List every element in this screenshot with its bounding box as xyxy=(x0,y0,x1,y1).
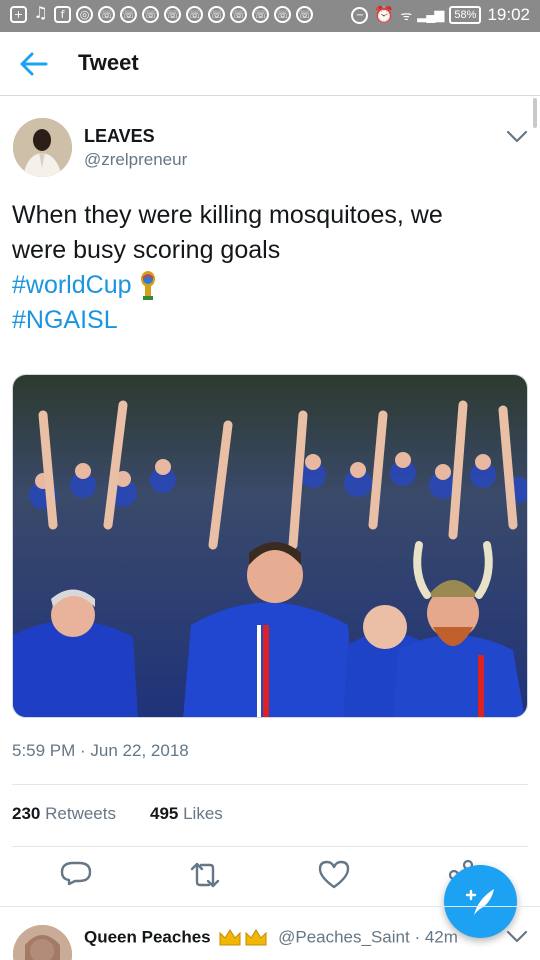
whatsapp-icon: ☏ xyxy=(208,6,225,23)
facebook-icon: f xyxy=(54,6,71,23)
tweet-text: When they were killing mosquitoes, we we… xyxy=(12,198,512,338)
retweets-count: 230 xyxy=(12,804,41,823)
divider xyxy=(12,784,528,785)
tweet-text-line: were busy scoring goals xyxy=(12,236,281,264)
tweet-photo[interactable] xyxy=(12,374,528,718)
status-bar: + ♫ f ◎ ☏ ☏ ☏ ☏ ☏ ☏ ☏ ☏ ☏ ☏ − ⏰ ᯤ ▂▄▆ 58… xyxy=(0,0,540,32)
chevron-down-icon[interactable] xyxy=(506,928,528,944)
tweet-stats: 230 Retweets 495 Likes xyxy=(12,804,223,824)
reply-author-name[interactable]: Queen Peaches xyxy=(84,927,211,946)
notification-icons: + ♫ f ◎ ☏ ☏ ☏ ☏ ☏ ☏ ☏ ☏ ☏ ☏ xyxy=(10,3,313,23)
author-avatar[interactable] xyxy=(13,118,72,177)
scrollbar[interactable] xyxy=(533,98,537,128)
app-header: Tweet xyxy=(0,32,540,96)
whatsapp-icon: ☏ xyxy=(120,6,137,23)
chevron-down-icon[interactable] xyxy=(506,128,528,144)
likes-count: 495 xyxy=(149,804,179,823)
author-name[interactable]: LEAVES xyxy=(84,126,155,147)
whatsapp-icon: ☏ xyxy=(98,6,115,23)
plus-box-icon: + xyxy=(10,6,27,23)
retweet-icon[interactable] xyxy=(188,858,222,892)
signal-icon: ▂▄▆ xyxy=(417,7,444,22)
battery-indicator: 58% xyxy=(449,6,482,24)
whatsapp-icon: ☏ xyxy=(296,6,313,23)
whatsapp-icon: ☏ xyxy=(142,6,159,23)
divider xyxy=(0,906,540,907)
divider xyxy=(12,846,528,847)
retweets-label: Retweets xyxy=(45,804,116,823)
retweets-stat[interactable]: 230 Retweets xyxy=(12,804,116,823)
reply-header: Queen Peaches @Peaches_Saint · 42m xyxy=(84,927,458,949)
whatsapp-icon: ☏ xyxy=(186,6,203,23)
hashtag-link[interactable]: #NGAISL xyxy=(12,303,512,338)
crown-emoji xyxy=(219,929,267,946)
tweet-text-line: When they were killing mosquitoes, we xyxy=(12,201,443,229)
author-handle[interactable]: @zrelpreneur xyxy=(84,150,187,170)
world-cup-trophy-emoji xyxy=(140,271,155,301)
tweet-timestamp: 5:59 PM · Jun 22, 2018 xyxy=(12,741,189,760)
arrow-left-icon[interactable] xyxy=(18,50,50,78)
clock: 19:02 xyxy=(487,5,530,24)
alarm-icon: ⏰ xyxy=(374,7,395,24)
whatsapp-icon: ☏ xyxy=(164,6,181,23)
music-note-icon: ♫ xyxy=(33,3,48,22)
reply-author-handle[interactable]: @Peaches_Saint xyxy=(278,927,410,946)
chrome-icon: ◎ xyxy=(76,6,93,23)
likes-stat[interactable]: 495 Likes xyxy=(150,804,223,823)
reply-author-avatar[interactable] xyxy=(13,925,72,960)
reply-icon[interactable] xyxy=(59,858,93,892)
heart-icon[interactable] xyxy=(317,858,351,892)
page-title: Tweet xyxy=(78,50,139,75)
wifi-icon: ᯤ xyxy=(400,8,412,23)
system-status: − ⏰ ᯤ ▂▄▆ 58% 19:02 xyxy=(351,5,530,25)
likes-label: Likes xyxy=(183,804,223,823)
reply-time: · 42m xyxy=(414,927,458,947)
photo-icon xyxy=(13,375,527,717)
do-not-disturb-icon: − xyxy=(351,6,369,24)
whatsapp-icon: ☏ xyxy=(252,6,269,23)
whatsapp-icon: ☏ xyxy=(274,6,291,23)
whatsapp-icon: ☏ xyxy=(230,6,247,23)
hashtag-link[interactable]: #worldCup xyxy=(12,271,132,299)
